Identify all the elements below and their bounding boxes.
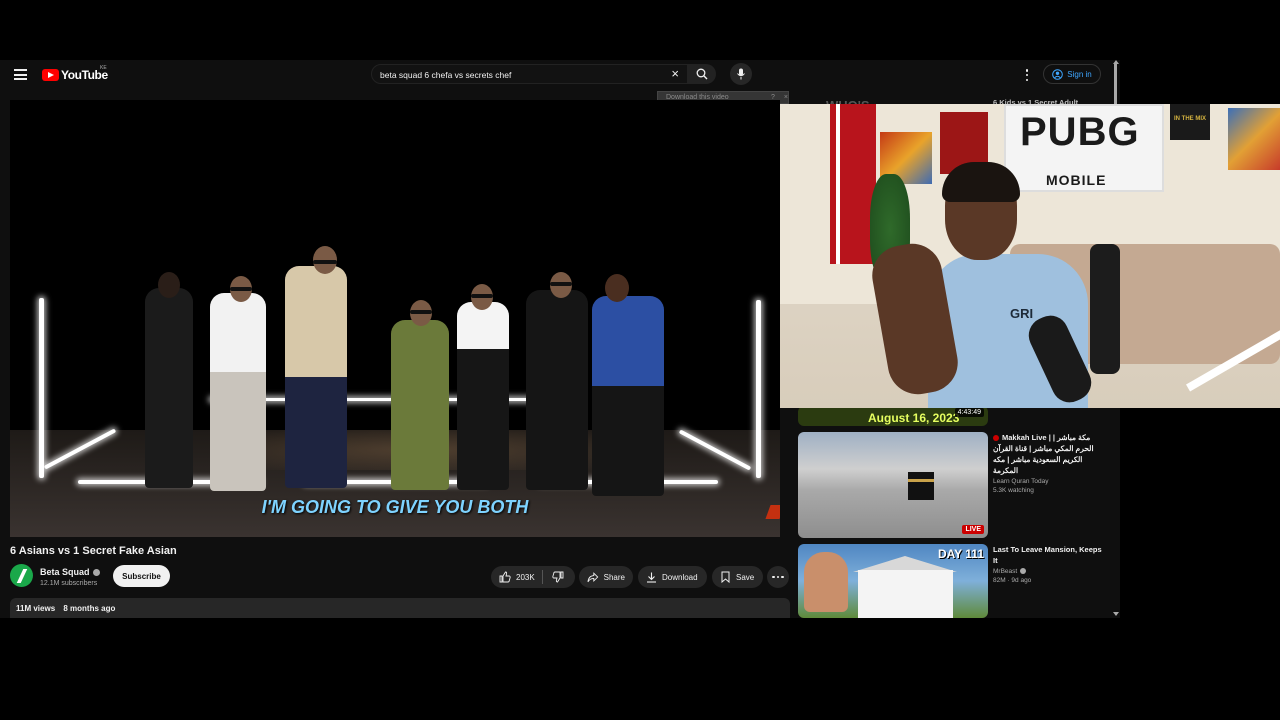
view-count: 11M views xyxy=(16,604,56,613)
like-count[interactable]: 203K xyxy=(516,573,535,582)
save-playlist-icon xyxy=(721,571,730,583)
top-bar: YouTube KE × Sign in xyxy=(0,60,1120,90)
sidebar-item-meta: 82M · 9d ago xyxy=(993,577,1032,584)
share-label: Share xyxy=(603,572,625,582)
mansion-image xyxy=(858,570,953,618)
like-icon[interactable] xyxy=(499,571,511,583)
person-figure xyxy=(592,296,664,496)
dislike-icon[interactable] xyxy=(552,571,564,583)
person-head xyxy=(605,274,629,302)
live-badge: LIVE xyxy=(962,525,984,534)
search-input[interactable] xyxy=(380,67,660,82)
sidebar-item-title: Last To Leave Mansion, Keeps It xyxy=(993,545,1102,565)
pubg-sign-sub: MOBILE xyxy=(1046,172,1107,188)
settings-menu-icon[interactable] xyxy=(1022,69,1032,81)
screen: YouTube KE × Sign in Download this video… xyxy=(0,0,1280,720)
person-figure xyxy=(457,302,509,490)
sidebar-item-mrbeast[interactable]: Last To Leave Mansion, Keeps It MrBeast … xyxy=(993,544,1103,584)
thumbnail-date-text: August 16, 2023 xyxy=(868,411,960,425)
video-player[interactable]: I'M GOING TO GIVE YOU BOTH xyxy=(10,100,780,537)
search-box[interactable]: × xyxy=(371,64,688,84)
description-box[interactable]: 11M views 8 months ago xyxy=(10,598,790,618)
day-badge: DAY 111 xyxy=(937,547,984,561)
search-button[interactable] xyxy=(688,64,716,84)
person-figure xyxy=(391,320,449,490)
scroll-down-icon[interactable] xyxy=(1113,612,1119,616)
scrollbar-thumb[interactable] xyxy=(1114,64,1117,104)
like-dislike-group: 203K xyxy=(491,566,575,588)
blindfold xyxy=(410,310,432,314)
blindfold xyxy=(313,260,337,264)
sidebar-item-channel[interactable]: MrBeast xyxy=(993,568,1017,575)
blindfold xyxy=(550,282,572,286)
download-overlay-close-icon[interactable]: × xyxy=(784,94,788,101)
channel-name-text: Beta Squad xyxy=(40,567,90,577)
sign-in-button[interactable]: Sign in xyxy=(1043,64,1101,84)
sidebar-thumbnail-makkah[interactable]: LIVE xyxy=(798,432,988,538)
video-title: 6 Asians vs 1 Secret Fake Asian xyxy=(10,545,177,557)
sidebar-item-makkah[interactable]: Makkah Live | | مكة مباشر الحرم المكي مب… xyxy=(993,432,1103,494)
pubg-sign: PUBG MOBILE xyxy=(1004,104,1164,192)
person-figure xyxy=(526,290,588,490)
sidebar-thumbnail-mrbeast[interactable]: DAY 111 xyxy=(798,544,988,618)
sidebar-item-meta: 5.3K watching xyxy=(993,487,1034,494)
share-icon xyxy=(587,571,599,582)
light-bar xyxy=(39,298,44,478)
country-code: KE xyxy=(100,65,107,71)
sidebar-item-title: Makkah Live | | مكة مباشر الحرم المكي مب… xyxy=(993,433,1094,475)
video-duration: 4:43:49 xyxy=(954,408,984,417)
person-figure xyxy=(285,266,347,488)
sidebar-item-channel[interactable]: Learn Quran Today xyxy=(993,478,1103,485)
sidebar-thumbnail-partial[interactable]: August 16, 2023 4:43:49 xyxy=(798,406,988,426)
share-button[interactable]: Share xyxy=(579,566,633,588)
save-label: Save xyxy=(736,572,755,582)
shirt-text: GRI xyxy=(1010,306,1034,321)
live-dot-icon xyxy=(993,435,999,442)
subscribe-button[interactable]: Subscribe xyxy=(113,565,170,587)
download-button[interactable]: Download xyxy=(638,566,707,588)
download-icon xyxy=(647,572,656,583)
person-head xyxy=(158,272,180,298)
gaming-chair xyxy=(1090,244,1120,374)
clear-search-icon[interactable]: × xyxy=(671,67,679,81)
voice-search-button[interactable] xyxy=(730,63,752,85)
sign-in-label: Sign in xyxy=(1067,69,1092,79)
wall-poster: IN THE MIX xyxy=(1170,104,1210,140)
light-bar xyxy=(756,300,761,478)
save-button[interactable]: Save xyxy=(712,566,763,588)
poster-text: IN THE MIX xyxy=(1174,116,1207,122)
youtube-logo[interactable]: YouTube KE xyxy=(42,65,108,82)
account-icon xyxy=(1052,68,1064,80)
channel-avatar[interactable] xyxy=(10,564,33,587)
more-actions-icon[interactable] xyxy=(767,566,789,588)
wall-painting xyxy=(1228,108,1280,170)
hamburger-menu-icon[interactable] xyxy=(14,69,27,80)
channel-name[interactable]: Beta Squad xyxy=(40,567,100,577)
person-figure xyxy=(145,288,193,488)
thumbnail-person xyxy=(804,552,848,612)
microphone-icon xyxy=(737,68,745,80)
subscriber-count: 12.1M subscribers xyxy=(40,580,98,587)
verified-icon xyxy=(92,569,100,577)
upload-age: 8 months ago xyxy=(63,604,116,613)
verified-icon xyxy=(1020,568,1027,575)
search-icon xyxy=(696,68,708,80)
kaaba-image xyxy=(908,472,934,500)
streamer-webcam: PUBG MOBILE IN THE MIX GRI xyxy=(780,104,1280,408)
like-separator xyxy=(541,570,543,584)
pubg-sign-main: PUBG xyxy=(1020,110,1140,154)
person-figure xyxy=(210,293,266,491)
youtube-play-icon xyxy=(42,69,59,81)
blindfold xyxy=(471,294,493,298)
video-caption: I'M GOING TO GIVE YOU BOTH xyxy=(261,497,529,517)
blindfold xyxy=(230,287,252,291)
download-label: Download xyxy=(662,572,698,582)
